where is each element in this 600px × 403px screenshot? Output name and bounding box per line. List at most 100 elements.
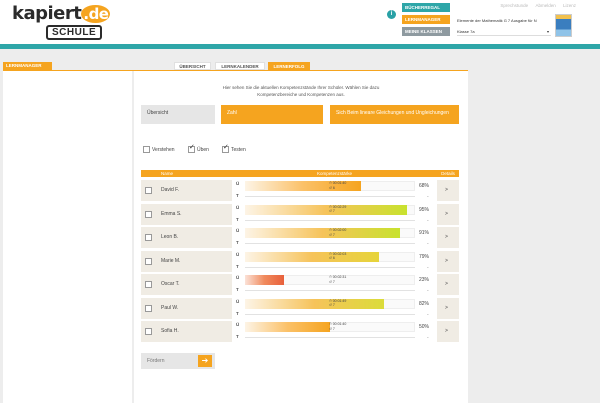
table-row: David F. Ü T ⏱ 00:01:40 ↺ 6 68% - > <box>141 180 459 201</box>
student-name[interactable]: Paul W. <box>161 304 178 312</box>
percent-value: 50% <box>419 324 430 330</box>
name-cell <box>141 274 232 295</box>
progress-meta: ⏱ 00:01:40 ↺ 6 <box>329 181 346 190</box>
details-chevron-icon[interactable]: > <box>445 281 448 287</box>
progress-meta: ⏱ 00:01:49 ↺ 7 <box>329 299 346 308</box>
tab-calendar[interactable]: LERNKALENDER <box>215 62 265 70</box>
forward-button[interactable]: Fördern ➔ <box>141 353 215 369</box>
tab-overview[interactable]: ÜBERSICHT <box>174 62 211 70</box>
row-checkbox[interactable] <box>145 257 152 265</box>
column-header-competence: Kompetenzstärke <box>232 170 437 177</box>
test-label: T <box>236 310 239 316</box>
book-cover-image[interactable] <box>555 14 572 37</box>
progress-fill <box>245 204 407 215</box>
checkbox[interactable] <box>143 146 150 154</box>
left-panel <box>3 71 132 403</box>
logo[interactable]: kapiert .de <box>12 3 111 24</box>
info-icon[interactable]: i <box>387 10 396 19</box>
percent-value: 79% <box>419 253 430 260</box>
link-lizenz[interactable]: Lizenz <box>563 3 576 8</box>
row-checkbox[interactable] <box>145 187 152 194</box>
checkbox-verstehen[interactable]: Verstehen <box>143 146 175 154</box>
test-track <box>245 219 415 221</box>
student-name[interactable]: Sofia H. <box>161 327 179 335</box>
progress-meta: ⏱ 00:02:03 ↺ 6 <box>329 252 346 261</box>
time-spent: ⏱ 00:01:40 <box>329 181 347 185</box>
checkbox-testen[interactable]: Testen <box>222 144 246 154</box>
test-value: - <box>427 335 429 341</box>
student-name[interactable]: David F. <box>161 186 179 194</box>
area-filter[interactable]: Zahl <box>221 105 323 124</box>
row-checkbox[interactable] <box>145 328 152 335</box>
progress-fill <box>245 275 284 285</box>
column-header-name[interactable]: Name <box>141 170 232 177</box>
forward-label: Fördern <box>147 358 165 364</box>
row-checkbox[interactable] <box>145 234 152 241</box>
percent-value: 95% <box>419 206 430 213</box>
attempt-count: ↺ 7 <box>329 279 335 284</box>
progress-fill <box>245 228 400 238</box>
row-checkbox[interactable] <box>145 281 152 288</box>
row-checkbox[interactable] <box>145 210 152 218</box>
details-chevron-icon[interactable]: > <box>445 328 448 334</box>
my-classes-button[interactable]: MEINE KLASSEN <box>402 27 450 36</box>
name-cell <box>141 227 232 248</box>
test-label: T <box>236 216 239 222</box>
test-label: T <box>236 334 239 339</box>
class-select-value: Klasse 7a <box>457 29 475 34</box>
details-chevron-icon[interactable]: > <box>445 211 448 217</box>
percent-value: 68% <box>419 183 430 189</box>
attempt-count: ↺ 6 <box>329 185 335 190</box>
time-spent: ⏱ 00:02:31 <box>329 275 347 279</box>
tab-success[interactable]: LERNERFOLG <box>268 62 310 70</box>
table-row: Marie M. Ü T ⏱ 00:02:03 ↺ 6 79% - > <box>141 250 459 272</box>
student-name[interactable]: Oscar T. <box>161 280 180 288</box>
student-name[interactable]: Marie M. <box>161 257 180 265</box>
progress-meta: ⏱ 00:01:40 ↺ 7 <box>329 322 346 331</box>
details-chevron-icon[interactable]: > <box>445 234 448 240</box>
checkbox-label: Üben <box>197 147 209 153</box>
checkbox-label: Testen <box>231 147 246 153</box>
test-label: T <box>236 240 239 245</box>
lernmanager-button[interactable]: LERNMANAGER <box>402 15 450 24</box>
class-select[interactable]: Klasse 7a ▾ <box>457 27 551 36</box>
checkbox-ueben[interactable]: Üben <box>188 144 209 154</box>
practice-label: Ü <box>236 228 240 233</box>
test-track <box>245 313 415 315</box>
logo-text: kapiert <box>12 3 82 24</box>
table-row: Leon B. Ü T ⏱ 00:02:00 ↺ 7 91% - > <box>141 227 459 248</box>
details-chevron-icon[interactable]: > <box>445 258 448 264</box>
link-sprechstunde[interactable]: Sprechstunde <box>500 3 528 8</box>
details-cell <box>437 180 459 201</box>
details-cell <box>437 321 459 342</box>
time-spent: ⏱ 00:01:40 <box>329 322 347 326</box>
progress-fill <box>245 251 379 262</box>
student-name[interactable]: Emma S. <box>161 210 182 218</box>
details-chevron-icon[interactable]: > <box>445 187 448 193</box>
details-chevron-icon[interactable]: > <box>445 305 448 311</box>
header-divider <box>0 44 600 49</box>
test-value: - <box>427 264 429 271</box>
percent-value: 82% <box>419 300 430 307</box>
chevron-down-icon: ▾ <box>546 29 549 34</box>
link-abmelden[interactable]: Abmelden <box>535 3 555 8</box>
details-cell <box>437 227 459 248</box>
student-name[interactable]: Leon B. <box>161 233 178 241</box>
competence-filter[interactable]: Sich Beim lineare Gleichungen und Unglei… <box>330 105 459 124</box>
bookshelf-button[interactable]: BÜCHERREGAL <box>402 3 450 12</box>
attempt-count: ↺ 7 <box>329 232 335 237</box>
overview-filter[interactable]: Übersicht <box>141 105 215 124</box>
test-label: T <box>236 193 239 198</box>
attempt-count: ↺ 7 <box>329 303 335 307</box>
practice-label: Ü <box>236 275 240 280</box>
app-header: kapiert .de SCHULE Sprechstunde Abmelden … <box>0 0 600 44</box>
progress-meta: ⏱ 00:02:31 ↺ 7 <box>329 275 346 284</box>
book-title[interactable]: Elemente der Mathematik G 7 Ausgabe für … <box>457 16 549 25</box>
table-row: Oscar T. Ü T ⏱ 00:02:31 ↺ 7 23% - > <box>141 274 459 295</box>
row-checkbox[interactable] <box>145 304 152 312</box>
logo-dot: .de <box>81 5 111 23</box>
attempt-count: ↺ 6 <box>329 256 335 260</box>
checkbox-checked[interactable] <box>188 144 195 154</box>
test-value: - <box>427 217 429 224</box>
checkbox-checked[interactable] <box>222 144 229 154</box>
